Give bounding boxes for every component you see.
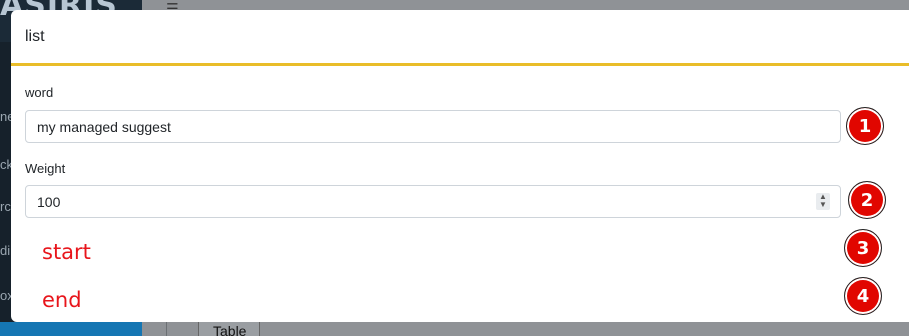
start-label: start [42, 240, 91, 264]
word-label: word [25, 85, 54, 100]
word-input-value: my managed suggest [37, 118, 171, 135]
weight-input[interactable]: 100 ▲ ▼ [25, 185, 841, 218]
sidebar-active-item[interactable] [0, 322, 142, 336]
end-label: end [42, 288, 82, 312]
annotation-badge: 4 [844, 277, 882, 315]
modal-header: list [11, 10, 909, 66]
word-input[interactable]: my managed suggest [25, 110, 841, 143]
edit-list-modal: list word my managed suggest Weight 100 … [11, 10, 909, 322]
number-spinner-icon[interactable]: ▲ ▼ [816, 193, 830, 210]
sidebar-item-fragment[interactable]: rc [0, 199, 11, 214]
annotation-badge: 1 [846, 107, 884, 145]
weight-label: Weight [25, 161, 66, 176]
modal-title: list [25, 28, 45, 45]
annotation-badge: 3 [844, 229, 882, 267]
sidebar-item-fragment[interactable]: di [0, 243, 10, 258]
weight-input-value: 100 [37, 193, 61, 210]
annotation-badge: 2 [848, 181, 886, 219]
